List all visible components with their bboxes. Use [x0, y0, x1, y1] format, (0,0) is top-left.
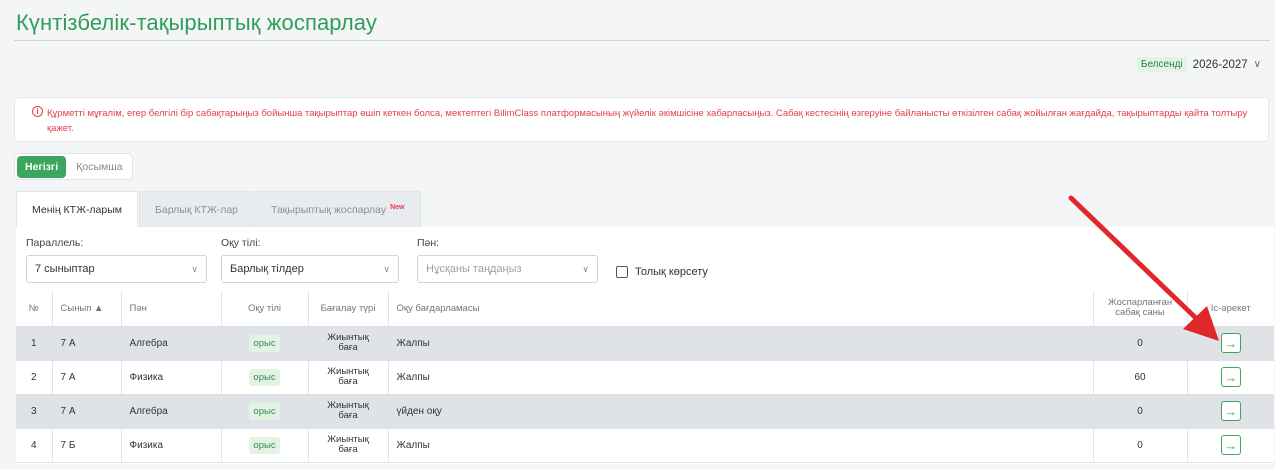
tab-my-ktzh[interactable]: Менің КТЖ-ларым — [16, 191, 138, 227]
col-action: Іс-әрекет — [1187, 291, 1274, 327]
tab-all-ktzh[interactable]: Барлық КТЖ-лар — [138, 191, 255, 227]
segment-main-button[interactable]: Негізгі — [17, 155, 67, 178]
row-class: 7 А — [52, 394, 122, 429]
checkbox-box[interactable] — [616, 266, 628, 278]
chevron-down-icon: ∨ — [191, 263, 198, 274]
tab-bar: Менің КТЖ-ларым Барлық КТЖ-лар Тақырыпты… — [16, 191, 422, 227]
row-action-cell: → — [1187, 326, 1274, 361]
chevron-down-icon: ∨ — [383, 263, 390, 274]
row-subject: Физика — [121, 428, 222, 463]
ktzh-panel: Параллель: 7 сыныптар ∨ Оқу тілі: Барлық… — [16, 227, 1274, 464]
language-badge: орыс — [249, 334, 280, 352]
full-show-checkbox[interactable]: Толық көрсету — [616, 266, 708, 278]
row-action-cell: → — [1187, 360, 1274, 395]
tab-label: Тақырыптық жоспарлау — [271, 203, 387, 216]
alert-text: Құрметті мұғалім, егер белгілі бір сабақ… — [47, 108, 1248, 134]
alert-banner: i Құрметті мұғалім, егер белгілі бір саб… — [14, 97, 1269, 142]
open-ktzh-button[interactable]: → — [1220, 435, 1241, 455]
col-language: Оқу тілі — [221, 291, 309, 327]
row-eval-type: Жиынтық баға — [308, 326, 389, 361]
language-select[interactable]: Барлық тілдер ∨ — [221, 255, 399, 283]
academic-year-value: 2026-2027 — [1192, 58, 1248, 71]
row-action-cell: → — [1187, 428, 1274, 463]
row-subject: Алгебра — [121, 326, 222, 361]
open-ktzh-button[interactable]: → — [1220, 333, 1241, 353]
row-class: 7 А — [52, 326, 122, 361]
language-label: Оқу тілі: — [221, 237, 261, 249]
academic-year-select[interactable]: Белсенді 2026-2027 ∨ — [1136, 57, 1261, 72]
open-ktzh-button[interactable]: → — [1220, 401, 1241, 421]
parallel-label: Параллель: — [26, 237, 84, 249]
chevron-down-icon: ∨ — [1253, 59, 1261, 70]
row-class: 7 А — [52, 360, 122, 395]
row-class: 7 Б — [52, 428, 122, 463]
subject-select[interactable]: Нұсқаны таңдаңыз ∨ — [417, 255, 598, 283]
table-header-row: № Сынып ▲ Пән Оқу тілі Бағалау түрі Оқу … — [16, 291, 1274, 327]
row-num: 3 — [16, 394, 53, 429]
tab-thematic-planning[interactable]: Тақырыптық жоспарлау New — [255, 191, 421, 227]
col-num: № — [16, 291, 53, 327]
language-badge: орыс — [249, 402, 280, 420]
main-extra-toggle: Негізгі Қосымша — [14, 153, 134, 180]
col-eval-type: Бағалау түрі — [308, 291, 389, 327]
row-subject: Физика — [121, 360, 222, 395]
row-eval-type: Жиынтық баға — [308, 428, 389, 463]
row-action-cell: → — [1187, 394, 1274, 429]
language-badge: орыс — [249, 436, 280, 454]
row-language-cell: орыс — [221, 394, 309, 429]
row-num: 2 — [16, 360, 53, 395]
table-row: 1 7 А Алгебра орыс Жиынтық баға Жалпы 0 … — [16, 326, 1274, 361]
row-num: 1 — [16, 326, 53, 361]
row-program: үйден оқу — [388, 394, 1094, 429]
table-row: 2 7 А Физика орыс Жиынтық баға Жалпы 60 … — [16, 360, 1274, 395]
open-ktzh-button[interactable]: → — [1220, 367, 1241, 387]
ktzh-table: № Сынып ▲ Пән Оқу тілі Бағалау түрі Оқу … — [16, 291, 1274, 463]
row-planned-count: 0 — [1093, 326, 1188, 361]
arrow-right-icon: → — [1224, 369, 1238, 385]
row-eval-type: Жиынтық баға — [308, 360, 389, 395]
col-program: Оқу бағдарламасы — [388, 291, 1094, 327]
row-planned-count: 60 — [1093, 360, 1188, 395]
row-program: Жалпы — [388, 360, 1094, 395]
row-eval-type: Жиынтық баға — [308, 394, 389, 429]
active-badge: Белсенді — [1136, 57, 1187, 72]
row-planned-count: 0 — [1093, 394, 1188, 429]
page-title: Күнтізбелік-тақырыптық жоспарлау — [16, 10, 378, 35]
new-badge: New — [390, 204, 405, 211]
chevron-down-icon: ∨ — [582, 263, 589, 274]
title-divider — [14, 40, 1270, 41]
row-subject: Алгебра — [121, 394, 222, 429]
col-class[interactable]: Сынып ▲ — [52, 291, 122, 327]
row-language-cell: орыс — [221, 326, 309, 361]
language-value: Барлық тілдер — [230, 263, 304, 275]
tab-label: Барлық КТЖ-лар — [154, 203, 239, 216]
segment-extra-button[interactable]: Қосымша — [68, 156, 130, 178]
info-icon: i — [32, 106, 43, 117]
col-subject: Пән — [121, 291, 222, 327]
row-num: 4 — [16, 428, 53, 463]
row-language-cell: орыс — [221, 428, 309, 463]
arrow-right-icon: → — [1224, 403, 1238, 419]
table-row: 4 7 Б Физика орыс Жиынтық баға Жалпы 0 → — [16, 428, 1274, 463]
arrow-right-icon: → — [1224, 437, 1238, 453]
subject-label: Пән: — [417, 237, 440, 249]
row-planned-count: 0 — [1093, 428, 1188, 463]
arrow-right-icon: → — [1224, 335, 1238, 351]
language-badge: орыс — [249, 368, 280, 386]
row-language-cell: орыс — [221, 360, 309, 395]
subject-placeholder: Нұсқаны таңдаңыз — [426, 263, 522, 275]
parallel-value: 7 сыныптар — [35, 263, 95, 275]
row-program: Жалпы — [388, 428, 1094, 463]
row-program: Жалпы — [388, 326, 1094, 361]
parallel-select[interactable]: 7 сыныптар ∨ — [26, 255, 207, 283]
full-show-label: Толық көрсету — [635, 266, 708, 278]
tab-label: Менің КТЖ-ларым — [32, 203, 122, 216]
table-row: 3 7 А Алгебра орыс Жиынтық баға үйден оқ… — [16, 394, 1274, 429]
col-planned-count: Жоспарланған сабақ саны — [1093, 291, 1188, 327]
